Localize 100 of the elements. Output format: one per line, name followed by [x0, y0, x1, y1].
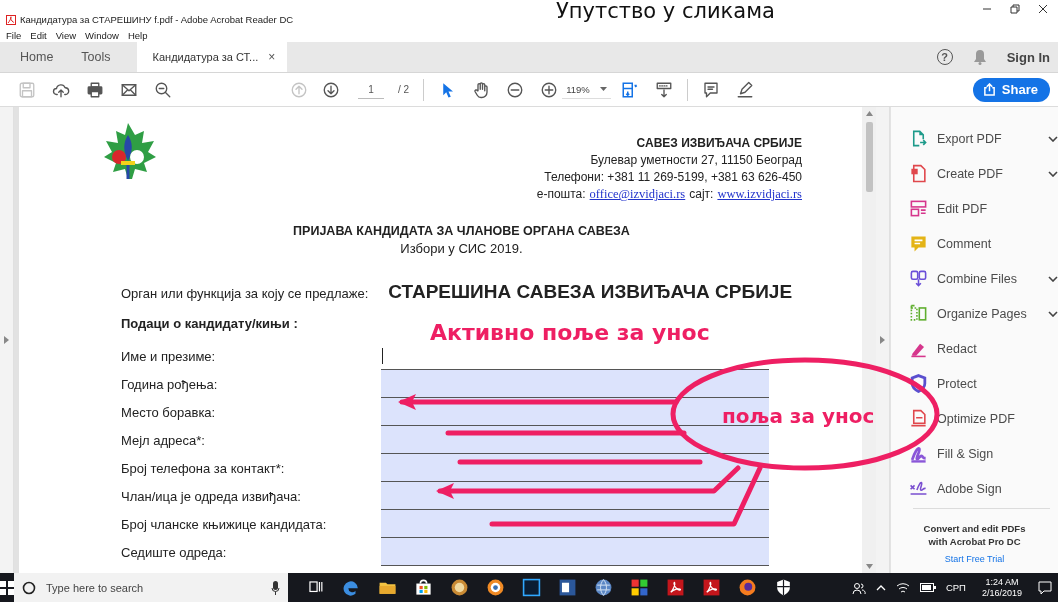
- expand-arrow-icon[interactable]: [880, 336, 885, 344]
- search-placeholder: Type here to search: [46, 581, 145, 594]
- tool-item[interactable]: Combine Files: [937, 271, 1039, 286]
- wifi-icon[interactable]: [895, 581, 910, 594]
- clock-time[interactable]: 1:24 AM: [985, 576, 1019, 588]
- search-field[interactable]: Type here to search: [14, 573, 288, 602]
- promo-text: Convert and edit PDFs with Acrobat Pro DC: [922, 522, 1027, 548]
- square-app-icon[interactable]: [522, 578, 541, 597]
- tool-item[interactable]: Edit PDF: [937, 201, 1058, 216]
- trial-link[interactable]: Start Free Trial: [891, 554, 1058, 564]
- menu-item[interactable]: Help: [127, 29, 148, 41]
- tool-item[interactable]: Adobe Sign: [937, 481, 1058, 496]
- pages-icon[interactable]: [909, 304, 928, 323]
- document-app-icon[interactable]: [558, 578, 577, 597]
- browser-icon[interactable]: [342, 578, 361, 597]
- input-field[interactable]: [381, 538, 769, 566]
- tab[interactable]: Кандидатура за СТ... ×: [136, 42, 288, 72]
- page-count: / 2: [398, 84, 410, 95]
- notification-icon[interactable]: [1038, 580, 1052, 595]
- tool-item[interactable]: Protect: [937, 376, 1058, 391]
- close-icon[interactable]: [1038, 3, 1048, 14]
- gear-icon[interactable]: [486, 578, 505, 597]
- page-number-field[interactable]: 1: [358, 80, 384, 99]
- search-ring-icon: [22, 580, 36, 595]
- chevron-down-icon[interactable]: [1048, 275, 1058, 282]
- site-label: сајт:: [689, 186, 714, 203]
- close-button[interactable]: ×: [268, 50, 276, 64]
- website-link[interactable]: www.izvidjaci.rs: [717, 186, 802, 203]
- tool-item[interactable]: Optimize PDF: [937, 411, 1058, 426]
- field-label: Година рођења:: [121, 375, 219, 394]
- battery-icon[interactable]: [919, 583, 936, 592]
- share-button[interactable]: Share: [972, 77, 1050, 102]
- fit-page-icon[interactable]: [620, 80, 639, 99]
- chevron-up-icon[interactable]: [875, 584, 886, 591]
- scroll-down-icon[interactable]: [865, 564, 873, 569]
- zoom-dropdown[interactable]: 119%: [562, 80, 611, 99]
- round-browser-icon[interactable]: [738, 578, 757, 597]
- pen-signature-icon[interactable]: [909, 444, 928, 463]
- scroll-mode-icon[interactable]: [654, 80, 673, 99]
- restore-icon[interactable]: [1010, 3, 1020, 14]
- people-icon[interactable]: [851, 580, 866, 595]
- chevron-down-icon[interactable]: [1048, 135, 1058, 142]
- sign-in-link[interactable]: Sign In: [1006, 49, 1050, 65]
- tool-item[interactable]: Export PDF: [937, 131, 1039, 146]
- pen-icon[interactable]: [735, 80, 754, 99]
- email-link[interactable]: office@izvidjaci.rs: [589, 186, 686, 203]
- expand-arrow-icon[interactable]: [4, 336, 9, 344]
- document-icon[interactable]: [909, 164, 928, 183]
- language-indicator[interactable]: СРП: [945, 582, 966, 593]
- shield-icon[interactable]: [774, 578, 793, 597]
- printer-icon[interactable]: [86, 80, 104, 99]
- start-icon[interactable]: [0, 580, 14, 595]
- annotation-caption: Активно поље за унос: [430, 320, 710, 345]
- tab[interactable]: Home: [6, 42, 68, 72]
- chevron-down-icon[interactable]: [1048, 310, 1058, 317]
- tool-item[interactable]: Create PDF: [937, 166, 1039, 181]
- globe-icon[interactable]: [594, 578, 613, 597]
- tool-item[interactable]: Comment: [937, 236, 1058, 251]
- field-label: Место боравка:: [121, 403, 217, 422]
- layout-icon[interactable]: [909, 199, 928, 218]
- field-label: Мејл адреса*:: [121, 431, 206, 450]
- microphone-icon[interactable]: [271, 580, 280, 595]
- chevron-down-icon[interactable]: [1048, 170, 1058, 177]
- scroll-up-icon[interactable]: [865, 111, 873, 116]
- annotation-caption: поља за унос: [722, 404, 875, 428]
- comment-icon[interactable]: [701, 80, 720, 99]
- tab[interactable]: Tools: [67, 42, 125, 72]
- phone-text: Телефони: +381 11 269-5199, +381 63 626-450: [543, 169, 802, 186]
- field-label: Орган или функција за коју се предлаже:: [121, 285, 369, 303]
- tool-item[interactable]: Redact: [937, 341, 1058, 356]
- address-text: Булевар уметности 27, 11150 Београд: [589, 152, 802, 169]
- input-field[interactable]: [381, 370, 769, 398]
- menu-item[interactable]: File: [6, 29, 22, 41]
- menu-item[interactable]: View: [55, 29, 77, 41]
- document-title: ПРИЈАВА КАНДИДАТА ЗА ЧЛАНОВЕ ОРГАНА САВЕЗА: [292, 223, 631, 240]
- tool-item[interactable]: Organize Pages: [937, 306, 1039, 321]
- zoom-out-icon[interactable]: [506, 80, 525, 99]
- clock-date[interactable]: 2/16/2019: [981, 587, 1022, 599]
- field-label: Број телефона за контакт*:: [121, 459, 286, 478]
- search-icon[interactable]: [154, 80, 172, 99]
- hand-icon[interactable]: [472, 80, 491, 99]
- email-label: е-пошта:: [536, 186, 586, 203]
- app-icon: [6, 15, 16, 25]
- scrollbar-thumb[interactable]: [865, 122, 873, 192]
- document-subtitle: Избори у СИС 2019.: [399, 240, 524, 257]
- zoom-in-icon[interactable]: [540, 80, 559, 99]
- signature-icon[interactable]: [909, 479, 928, 498]
- caret-icon: [599, 87, 607, 91]
- orb-icon[interactable]: [450, 578, 469, 597]
- tiles-icon[interactable]: [630, 578, 649, 597]
- document-icon[interactable]: [909, 409, 928, 428]
- field-label: Члан/ица је одреда извиђача:: [121, 487, 302, 506]
- menu-item[interactable]: Window: [85, 29, 119, 41]
- shopping-bag-icon[interactable]: [414, 578, 433, 597]
- menu-item[interactable]: Edit: [30, 29, 47, 41]
- pdf-app-icon[interactable]: [666, 578, 685, 597]
- stacked-documents-icon[interactable]: [909, 269, 928, 288]
- pdf-app-icon[interactable]: [702, 578, 721, 597]
- tool-item[interactable]: Fill & Sign: [937, 446, 1058, 461]
- text-caret: [382, 348, 383, 364]
